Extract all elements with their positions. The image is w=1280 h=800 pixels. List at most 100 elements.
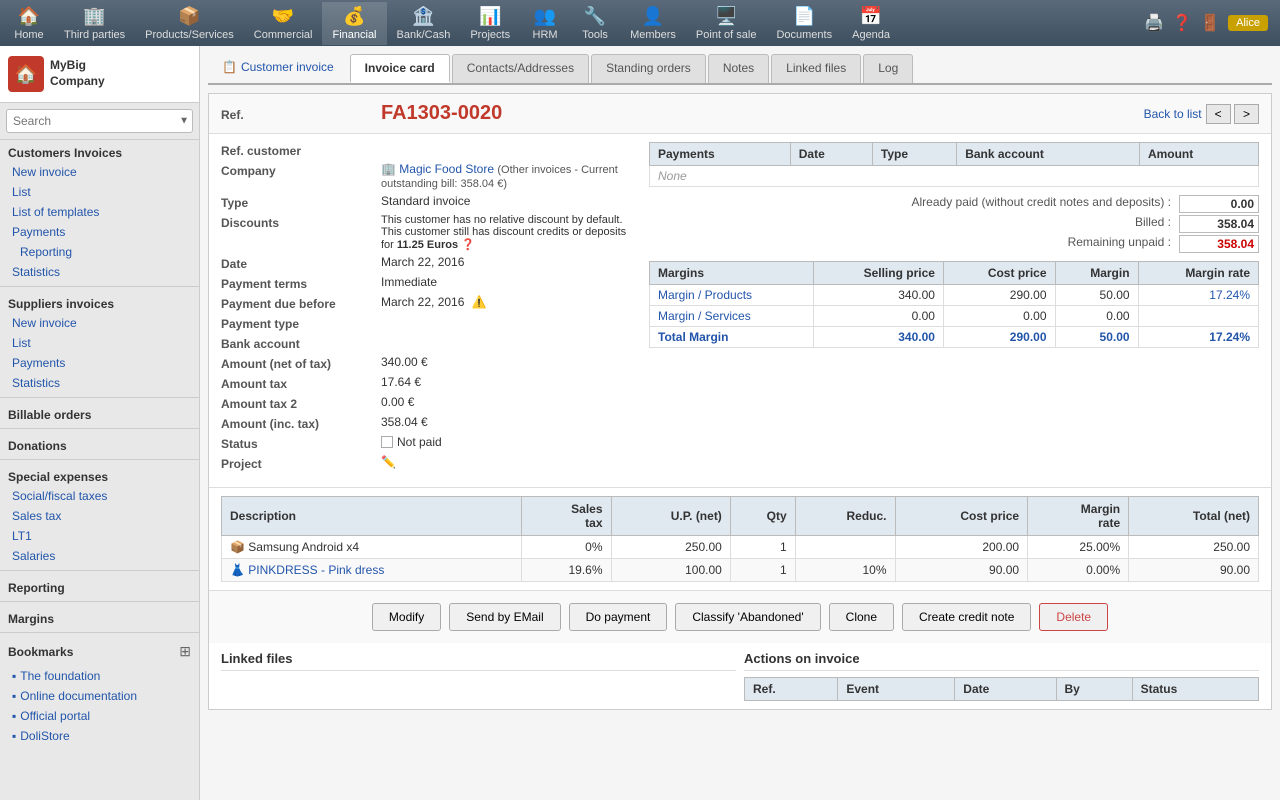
invoice-content-card: Ref. FA1303-0020 Back to list < > Ref. c… bbox=[208, 93, 1272, 710]
third-parties-icon: 🏢 bbox=[83, 6, 105, 27]
hrm-icon: 👥 bbox=[534, 6, 556, 27]
amount-inc-row: Amount (inc. tax) 358.04 € bbox=[221, 415, 641, 431]
company-row: Company 🏢 Magic Food Store (Other invoic… bbox=[221, 162, 641, 190]
company-logo[interactable]: 🏠 MyBigCompany bbox=[0, 46, 199, 103]
tab-contacts[interactable]: Contacts/Addresses bbox=[452, 54, 589, 83]
tab-notes[interactable]: Notes bbox=[708, 54, 769, 83]
invoice-details-section: Ref. customer Company 🏢 Magic Food Store… bbox=[209, 134, 1271, 483]
sidebar-bookmark-docs[interactable]: ▪Online documentation bbox=[0, 686, 199, 706]
nav-pos[interactable]: 🖥️ Point of sale bbox=[686, 2, 767, 45]
nav-commercial[interactable]: 🤝 Commercial bbox=[244, 2, 323, 45]
sidebar-section-special: Special expenses bbox=[0, 464, 199, 486]
nav-members[interactable]: 👤 Members bbox=[620, 2, 686, 45]
nav-bank[interactable]: 🏦 Bank/Cash bbox=[387, 2, 461, 45]
nav-hrm-label: HRM bbox=[533, 29, 558, 41]
nav-financial[interactable]: 💰 Financial bbox=[322, 2, 386, 45]
actions-col-ref: Ref. bbox=[745, 678, 838, 701]
sidebar-section-billable: Billable orders bbox=[0, 402, 199, 424]
product-total: 250.00 bbox=[1129, 536, 1259, 559]
product-cost: 90.00 bbox=[895, 559, 1028, 582]
edit-project-icon[interactable]: ✏️ bbox=[381, 455, 396, 469]
tab-log[interactable]: Log bbox=[863, 54, 913, 83]
bookmark-icon: ▪ bbox=[12, 729, 16, 743]
margin-label[interactable]: Margin / Products bbox=[650, 285, 814, 306]
margin-cost: 290.00 bbox=[943, 327, 1055, 348]
create-credit-note-button[interactable]: Create credit note bbox=[902, 603, 1031, 631]
classify-abandoned-button[interactable]: Classify 'Abandoned' bbox=[675, 603, 820, 631]
tab-standing-orders[interactable]: Standing orders bbox=[591, 54, 706, 83]
tab-bar: 📋Customer invoice Invoice card Contacts/… bbox=[208, 54, 1272, 85]
sidebar-item-list-templates[interactable]: List of templates bbox=[0, 202, 199, 222]
amount-net-row: Amount (net of tax) 340.00 € bbox=[221, 355, 641, 371]
sidebar-section-donations: Donations bbox=[0, 433, 199, 455]
margin-label[interactable]: Margin / Services bbox=[650, 306, 814, 327]
nav-hrm[interactable]: 👥 HRM bbox=[520, 2, 570, 45]
modify-button[interactable]: Modify bbox=[372, 603, 441, 631]
company-link[interactable]: Magic Food Store bbox=[399, 162, 494, 176]
prev-invoice-button[interactable]: < bbox=[1206, 104, 1231, 124]
product-link[interactable]: PINKDRESS - Pink dress bbox=[248, 563, 384, 577]
status-row: Status Not paid bbox=[221, 435, 641, 451]
nav-third-parties[interactable]: 🏢 Third parties bbox=[54, 2, 135, 45]
nav-documents[interactable]: 📄 Documents bbox=[766, 2, 842, 45]
sidebar-bookmark-dolistore[interactable]: ▪DoliStore bbox=[0, 726, 199, 746]
discount-help-icon[interactable]: ❓ bbox=[461, 239, 475, 251]
search-input[interactable] bbox=[6, 109, 193, 133]
actions-on-invoice-title: Actions on invoice bbox=[744, 651, 1259, 671]
nav-home[interactable]: 🏠 Home bbox=[4, 2, 54, 45]
tab-invoice-card[interactable]: Invoice card bbox=[350, 54, 450, 83]
project-label: Project bbox=[221, 455, 381, 471]
company-label: Company bbox=[221, 162, 381, 178]
nav-tools[interactable]: 🔧 Tools bbox=[570, 2, 620, 45]
tools-icon: 🔧 bbox=[584, 6, 606, 27]
do-payment-button[interactable]: Do payment bbox=[569, 603, 668, 631]
logout-icon[interactable]: 🚪 bbox=[1200, 13, 1220, 33]
product-tax: 19.6% bbox=[522, 559, 611, 582]
payments-col-amount: Amount bbox=[1139, 143, 1258, 166]
amount-net-label: Amount (net of tax) bbox=[221, 355, 381, 371]
sidebar-item-new-invoice-supp[interactable]: New invoice bbox=[0, 313, 199, 333]
help-icon[interactable]: ❓ bbox=[1172, 13, 1192, 33]
sidebar-item-statistics-cust[interactable]: Statistics bbox=[0, 262, 199, 282]
invoice-header: Ref. FA1303-0020 Back to list < > bbox=[209, 94, 1271, 134]
sidebar-item-statistics-supp[interactable]: Statistics bbox=[0, 373, 199, 393]
nav-products[interactable]: 📦 Products/Services bbox=[135, 2, 244, 45]
sidebar-item-lt1[interactable]: LT1 bbox=[0, 526, 199, 546]
nav-agenda[interactable]: 📅 Agenda bbox=[842, 2, 900, 45]
sidebar-item-new-invoice-cust[interactable]: New invoice bbox=[0, 162, 199, 182]
bookmarks-add-icon[interactable]: ⊞ bbox=[179, 643, 191, 660]
product-margin-rate: 25.00% bbox=[1028, 536, 1129, 559]
payment-due-value: March 22, 2016 ⚠️ bbox=[381, 295, 641, 309]
back-to-list-link[interactable]: Back to list bbox=[1144, 107, 1202, 121]
margin-selling: 340.00 bbox=[813, 327, 943, 348]
home-icon: 🏠 bbox=[18, 6, 40, 27]
sidebar-item-list-supp[interactable]: List bbox=[0, 333, 199, 353]
sidebar-item-salaries[interactable]: Salaries bbox=[0, 546, 199, 566]
sidebar-item-payments-supp[interactable]: Payments bbox=[0, 353, 199, 373]
products-table: Description Salestax U.P. (net) Qty Redu… bbox=[221, 496, 1259, 582]
sidebar-item-reporting-cust[interactable]: Reporting bbox=[0, 242, 199, 262]
documents-icon: 📄 bbox=[793, 6, 815, 27]
tab-customer-invoice[interactable]: 📋Customer invoice bbox=[208, 54, 348, 83]
delete-button[interactable]: Delete bbox=[1039, 603, 1108, 631]
nav-projects[interactable]: 📊 Projects bbox=[460, 2, 520, 45]
divider-5 bbox=[0, 570, 199, 571]
sidebar-item-sales-tax[interactable]: Sales tax bbox=[0, 506, 199, 526]
linked-files-section: Linked files bbox=[221, 651, 736, 701]
sidebar-item-social-taxes[interactable]: Social/fiscal taxes bbox=[0, 486, 199, 506]
sidebar-bookmark-foundation[interactable]: ▪The foundation bbox=[0, 666, 199, 686]
sidebar-bookmark-portal[interactable]: ▪Official portal bbox=[0, 706, 199, 726]
print-icon[interactable]: 🖨️ bbox=[1144, 13, 1164, 33]
payment-terms-value: Immediate bbox=[381, 275, 641, 289]
bank-account-row: Bank account bbox=[221, 335, 641, 351]
product-reduc bbox=[795, 536, 895, 559]
next-invoice-button[interactable]: > bbox=[1234, 104, 1259, 124]
send-email-button[interactable]: Send by EMail bbox=[449, 603, 560, 631]
tab-linked-files[interactable]: Linked files bbox=[771, 54, 861, 83]
clone-button[interactable]: Clone bbox=[829, 603, 894, 631]
sidebar-item-list-cust[interactable]: List bbox=[0, 182, 199, 202]
status-label: Status bbox=[221, 435, 381, 451]
already-paid-value: 0.00 bbox=[1179, 195, 1259, 213]
sidebar-item-payments-cust[interactable]: Payments bbox=[0, 222, 199, 242]
amount-tax2-value: 0.00 € bbox=[381, 395, 641, 409]
